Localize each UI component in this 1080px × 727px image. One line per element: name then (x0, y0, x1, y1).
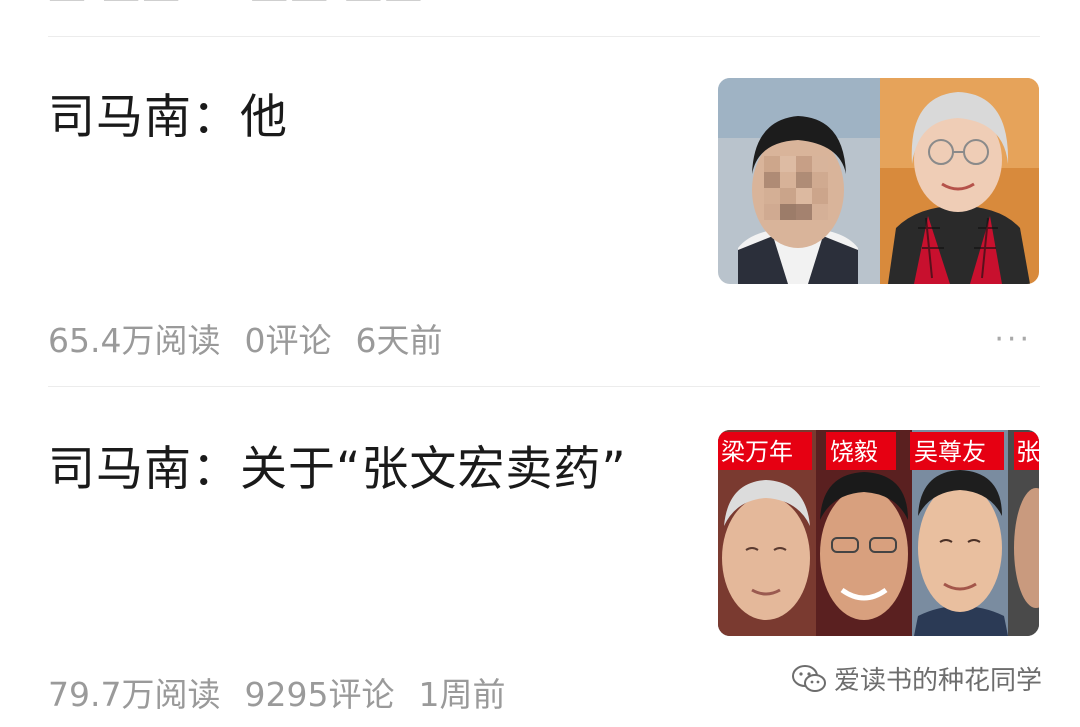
article-feed: — —— —— —— 司马南：他 (0, 0, 1080, 727)
article-thumbnail[interactable] (718, 78, 1039, 284)
read-count: 79.7万阅读 (48, 675, 221, 714)
comment-count: 0评论 (244, 321, 332, 360)
article-title[interactable]: 司马南：他 (48, 81, 648, 155)
read-count: 65.4万阅读 (48, 321, 221, 360)
thumbnail-image (718, 78, 1039, 284)
previous-article-title: — —— —— —— (48, 0, 424, 21)
thumbnail-label-3: 吴尊友 (914, 438, 986, 466)
thumbnail-label-2: 饶毅 (830, 438, 878, 466)
wechat-icon (791, 664, 826, 692)
more-options-icon[interactable]: ··· (994, 322, 1032, 357)
thumbnail-label-1: 梁万年 (721, 438, 793, 466)
wechat-watermark: 爱读书的种花同学 (791, 660, 1042, 697)
article-title[interactable]: 司马南：关于“张文宏卖药” (48, 433, 648, 507)
article-thumbnail[interactable]: 梁万年 饶毅 吴尊友 张 (718, 430, 1039, 636)
watermark-text: 爱读书的种花同学 (833, 666, 1042, 696)
article-meta: 65.4万阅读 0评论 6天前 (48, 314, 466, 362)
comment-count: 9295评论 (244, 675, 395, 714)
publish-time: 6天前 (355, 321, 443, 360)
thumbnail-label-4: 张 (1016, 438, 1039, 466)
publish-time: 1周前 (418, 675, 506, 714)
article-meta: 79.7万阅读 9295评论 1周前 (48, 668, 529, 716)
thumbnail-image: 梁万年 饶毅 吴尊友 张 (718, 430, 1039, 636)
article-card[interactable]: 司马南：他 65.4万阅读 0评论 6天前 ··· (0, 37, 1080, 386)
